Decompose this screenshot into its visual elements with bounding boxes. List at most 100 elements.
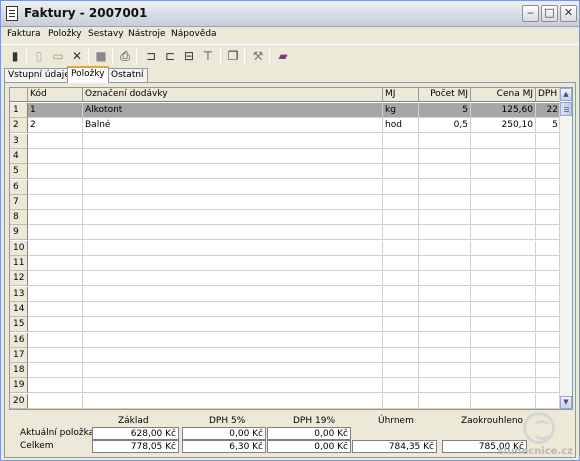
cell-kod[interactable] xyxy=(28,194,83,210)
col-header-cena[interactable]: Cena MJ xyxy=(471,88,536,102)
table-row[interactable] xyxy=(28,164,561,180)
cell-nazev[interactable] xyxy=(83,210,383,226)
row-number[interactable]: 1 xyxy=(10,103,28,118)
table-row[interactable] xyxy=(28,332,561,348)
stop-icon[interactable]: ■ xyxy=(93,48,109,64)
cell-cena[interactable] xyxy=(471,393,536,409)
table-row[interactable]: 1 Alkotont kg 5 125,60 22 xyxy=(28,103,561,118)
cell-mj[interactable] xyxy=(383,240,419,256)
calculator-icon[interactable]: ▮ xyxy=(7,48,23,64)
cell-pocet[interactable] xyxy=(419,347,471,363)
cell-pocet[interactable]: 5 xyxy=(419,103,471,118)
cell-kod[interactable] xyxy=(28,148,83,164)
cell-cena[interactable] xyxy=(471,179,536,195)
cell-dph[interactable] xyxy=(536,194,561,210)
cell-nazev[interactable]: Alkotont xyxy=(83,103,383,118)
cell-nazev[interactable] xyxy=(83,194,383,210)
cell-mj[interactable] xyxy=(383,179,419,195)
cell-kod[interactable] xyxy=(28,225,83,241)
tool-a-icon[interactable]: ⊐ xyxy=(143,48,159,64)
row-number[interactable]: 7 xyxy=(10,194,28,210)
cell-nazev[interactable] xyxy=(83,286,383,302)
cell-kod[interactable] xyxy=(28,393,83,409)
cell-pocet[interactable] xyxy=(419,317,471,333)
row-number[interactable]: 11 xyxy=(10,256,28,271)
cell-mj[interactable] xyxy=(383,317,419,333)
cell-nazev[interactable] xyxy=(83,332,383,348)
row-number[interactable]: 8 xyxy=(10,210,28,226)
cell-cena[interactable] xyxy=(471,332,536,348)
cell-dph[interactable]: 22 xyxy=(536,103,561,118)
table-row[interactable] xyxy=(28,347,561,363)
table-row[interactable]: 2 Balné hod 0,5 250,10 5 xyxy=(28,118,561,134)
open-folder-icon[interactable]: ▭ xyxy=(50,48,66,64)
book-icon[interactable]: ▰ xyxy=(275,48,291,64)
cell-nazev[interactable] xyxy=(83,133,383,149)
table-row[interactable] xyxy=(28,133,561,149)
vertical-scrollbar[interactable]: ▲ ▼ xyxy=(559,88,572,409)
row-number[interactable]: 20 xyxy=(10,393,28,409)
scroll-thumb[interactable] xyxy=(560,102,572,116)
cell-cena[interactable] xyxy=(471,194,536,210)
new-doc-icon[interactable]: ▯ xyxy=(31,48,47,64)
cell-nazev[interactable] xyxy=(83,363,383,379)
cell-dph[interactable] xyxy=(536,286,561,302)
cell-mj[interactable] xyxy=(383,133,419,149)
cell-pocet[interactable]: 0,5 xyxy=(419,118,471,134)
cell-nazev[interactable] xyxy=(83,240,383,256)
cell-pocet[interactable] xyxy=(419,332,471,348)
cell-pocet[interactable] xyxy=(419,148,471,164)
col-header-dph[interactable]: DPH xyxy=(536,88,561,102)
row-number[interactable]: 9 xyxy=(10,225,28,241)
cell-pocet[interactable] xyxy=(419,225,471,241)
cell-cena[interactable] xyxy=(471,256,536,271)
cell-mj[interactable] xyxy=(383,271,419,287)
cell-mj[interactable]: hod xyxy=(383,118,419,134)
col-header-pocet[interactable]: Počet MJ xyxy=(419,88,471,102)
cell-dph[interactable] xyxy=(536,393,561,409)
cell-mj[interactable] xyxy=(383,148,419,164)
cell-nazev[interactable] xyxy=(83,225,383,241)
cell-kod[interactable] xyxy=(28,271,83,287)
cell-dph[interactable] xyxy=(536,363,561,379)
cell-dph[interactable] xyxy=(536,210,561,226)
row-number[interactable]: 6 xyxy=(10,179,28,195)
cell-kod[interactable] xyxy=(28,256,83,271)
cell-pocet[interactable] xyxy=(419,194,471,210)
cell-cena[interactable] xyxy=(471,225,536,241)
cell-cena[interactable] xyxy=(471,378,536,394)
cell-dph[interactable] xyxy=(536,317,561,333)
cell-nazev[interactable] xyxy=(83,317,383,333)
table-row[interactable] xyxy=(28,194,561,210)
cell-kod[interactable] xyxy=(28,317,83,333)
cell-dph[interactable] xyxy=(536,378,561,394)
row-number[interactable]: 4 xyxy=(10,148,28,164)
table-row[interactable] xyxy=(28,225,561,241)
hammer-icon[interactable]: ⚒ xyxy=(250,48,266,64)
cell-kod[interactable] xyxy=(28,210,83,226)
cell-nazev[interactable] xyxy=(83,347,383,363)
cell-mj[interactable] xyxy=(383,286,419,302)
row-number[interactable]: 18 xyxy=(10,363,28,379)
cell-mj[interactable] xyxy=(383,347,419,363)
tab-ostatni[interactable]: Ostatní xyxy=(107,68,148,82)
table-row[interactable] xyxy=(28,179,561,195)
table-row[interactable] xyxy=(28,363,561,379)
cell-dph[interactable] xyxy=(536,225,561,241)
cell-kod[interactable] xyxy=(28,133,83,149)
cell-kod[interactable] xyxy=(28,301,83,317)
cell-pocet[interactable] xyxy=(419,393,471,409)
tool-b-icon[interactable]: ⊏ xyxy=(162,48,178,64)
cell-dph[interactable] xyxy=(536,347,561,363)
table-row[interactable] xyxy=(28,240,561,256)
cell-mj[interactable] xyxy=(383,363,419,379)
cell-kod[interactable] xyxy=(28,240,83,256)
table-row[interactable] xyxy=(28,210,561,226)
row-number[interactable]: 17 xyxy=(10,347,28,363)
table-row[interactable] xyxy=(28,256,561,271)
table-row[interactable] xyxy=(28,301,561,317)
cell-dph[interactable] xyxy=(536,164,561,180)
cell-cena[interactable] xyxy=(471,164,536,180)
cell-nazev[interactable] xyxy=(83,179,383,195)
copy-icon[interactable]: ❐ xyxy=(225,48,241,64)
